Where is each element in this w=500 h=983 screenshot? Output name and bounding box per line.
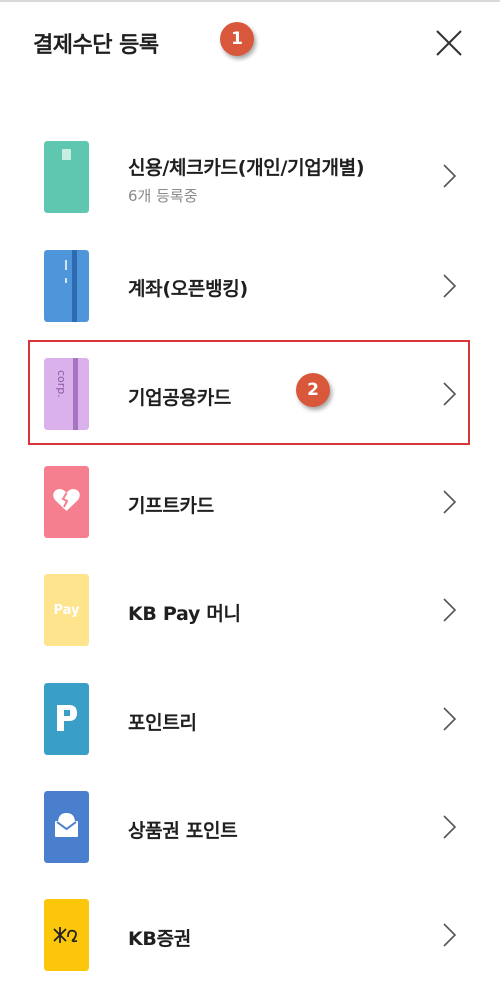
method-label: 상품권 포인트 bbox=[128, 820, 238, 842]
bank-account-icon bbox=[44, 250, 89, 322]
svg-text:Pay: Pay bbox=[53, 603, 80, 618]
pointree-icon bbox=[44, 683, 89, 755]
method-row-credit-card[interactable]: 신용/체크카드(개인/기업개별) 6개 등록중 bbox=[0, 128, 500, 224]
step-badge-2: 2 bbox=[296, 373, 330, 407]
method-label: KB Pay 머니 bbox=[128, 603, 241, 625]
method-row-kb-securities[interactable]: KB증권 bbox=[0, 886, 500, 982]
chevron-right-icon bbox=[443, 490, 457, 514]
chevron-right-icon bbox=[443, 707, 457, 731]
chevron-right-icon bbox=[443, 923, 457, 947]
method-label: 신용/체크카드(개인/기업개별) bbox=[128, 157, 365, 179]
method-label: 포인트리 bbox=[128, 712, 197, 734]
method-label: KB증권 bbox=[128, 928, 191, 950]
method-row-account[interactable]: 계좌(오픈뱅킹) bbox=[0, 237, 500, 333]
method-row-gift-card[interactable]: 기프트카드 bbox=[0, 453, 500, 549]
chevron-right-icon bbox=[443, 164, 457, 188]
credit-card-icon bbox=[44, 141, 89, 213]
highlight-box bbox=[28, 340, 470, 445]
close-button[interactable] bbox=[430, 24, 468, 62]
method-label: 계좌(오픈뱅킹) bbox=[128, 278, 248, 300]
pay-money-icon: Pay bbox=[44, 574, 89, 646]
chevron-right-icon bbox=[443, 815, 457, 839]
method-row-pointree[interactable]: 포인트리 bbox=[0, 670, 500, 766]
step-badge-1: 1 bbox=[220, 22, 254, 56]
page-title: 결제수단 등록 bbox=[33, 33, 159, 58]
method-sub: 6개 등록중 bbox=[128, 187, 198, 205]
method-row-voucher-point[interactable]: 상품권 포인트 bbox=[0, 778, 500, 874]
close-icon bbox=[436, 30, 462, 56]
method-row-kb-pay-money[interactable]: Pay KB Pay 머니 bbox=[0, 561, 500, 657]
method-label: 기프트카드 bbox=[128, 495, 214, 517]
chevron-right-icon bbox=[443, 598, 457, 622]
gift-voucher-icon bbox=[44, 791, 89, 863]
chevron-right-icon bbox=[443, 274, 457, 298]
kb-securities-icon bbox=[44, 899, 89, 971]
gift-card-heart-icon bbox=[44, 466, 89, 538]
